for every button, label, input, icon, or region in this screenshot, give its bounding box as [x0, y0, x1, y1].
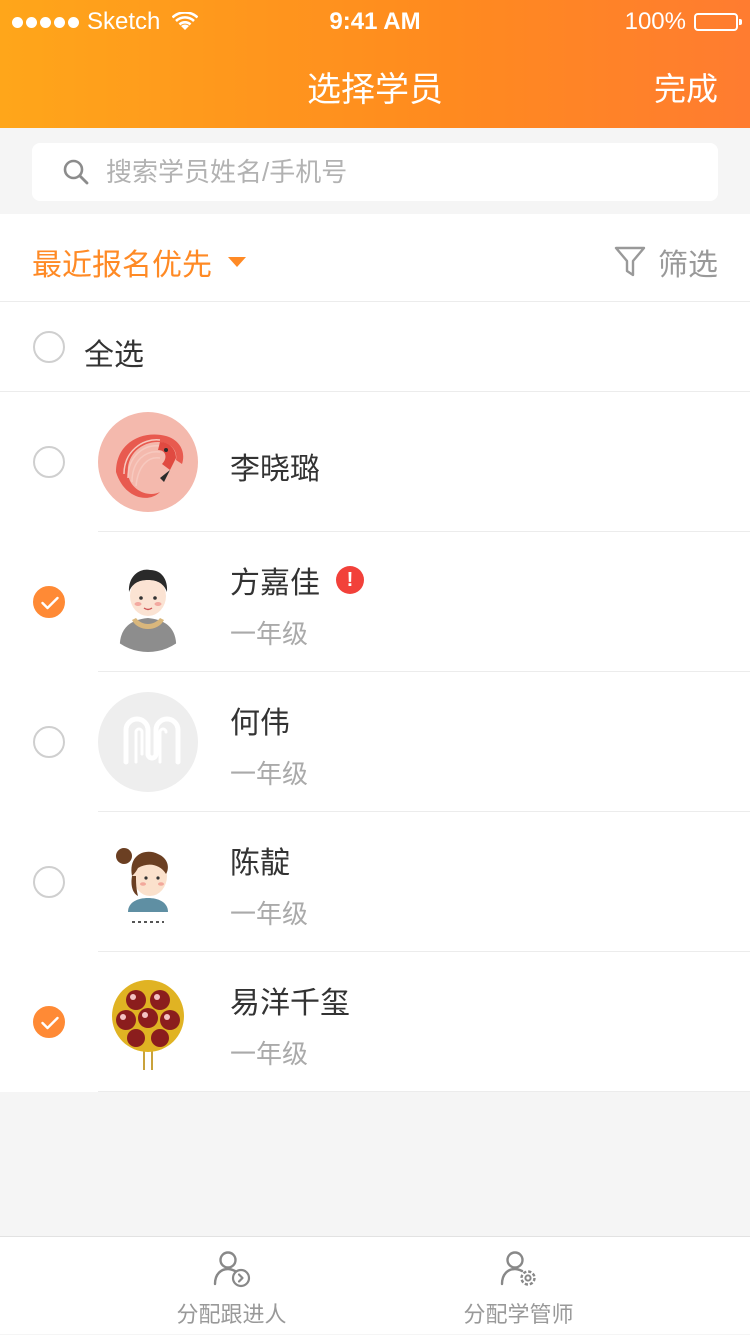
student-checkbox[interactable] — [33, 446, 65, 478]
student-name-text: 李晓璐 — [230, 453, 320, 486]
bottom-tab-bar: 分配跟进人 分配学管师 — [0, 1236, 750, 1334]
student-grade: 一年级 — [230, 1039, 309, 1069]
student-grade: 一年级 — [230, 899, 309, 929]
search-area — [0, 128, 750, 214]
battery-icon — [694, 13, 742, 31]
student-name: 李晓璐 — [230, 444, 320, 488]
sort-dropdown[interactable]: 最近报名优先 — [32, 240, 246, 284]
sort-label: 最近报名优先 — [32, 249, 212, 282]
student-name: 方嘉佳 ! — [230, 558, 364, 602]
filter-icon — [614, 246, 646, 277]
student-name: 何伟 — [230, 698, 290, 742]
student-checkbox[interactable] — [33, 866, 65, 898]
student-checkbox[interactable] — [33, 726, 65, 758]
student-checkbox[interactable] — [33, 1006, 65, 1038]
row-divider — [98, 1091, 750, 1092]
student-row[interactable]: 李晓璐 — [0, 392, 750, 532]
placeholder-avatar — [98, 692, 198, 792]
student-name-text: 易洋千玺 — [230, 987, 350, 1020]
select-all-label: 全选 — [84, 339, 144, 372]
filter-button[interactable]: 筛选 — [614, 240, 718, 284]
filter-label: 筛选 — [658, 249, 718, 282]
status-bar: Sketch 9:41 AM 100% — [0, 0, 750, 44]
sort-filter-bar: 最近报名优先 筛选 — [0, 214, 750, 302]
page-title: 选择学员 — [307, 71, 443, 109]
flamingo-avatar — [98, 412, 198, 512]
student-row[interactable]: 易洋千玺 一年级 — [0, 952, 750, 1092]
done-button[interactable]: 完成 — [654, 64, 718, 110]
student-grade: 一年级 — [230, 619, 309, 649]
battery-percent: 100% — [624, 8, 686, 35]
search-icon — [63, 159, 89, 185]
student-row[interactable]: 方嘉佳 ! 一年级 — [0, 532, 750, 672]
student-name-text: 何伟 — [230, 707, 290, 740]
caret-down-icon — [228, 257, 246, 267]
status-right: 100% — [624, 0, 742, 44]
boy-avatar — [98, 552, 198, 652]
girl-avatar — [98, 832, 198, 932]
tab-assign-manager[interactable]: 分配学管师 — [331, 1237, 706, 1335]
student-name: 易洋千玺 — [230, 978, 350, 1022]
student-grade: 一年级 — [230, 759, 309, 789]
student-name-text: 方嘉佳 — [230, 567, 320, 600]
search-input[interactable] — [104, 155, 668, 189]
nav-header: Sketch 9:41 AM 100% 选择学员 完成 — [0, 0, 750, 128]
select-all-row[interactable]: 全选 — [0, 302, 750, 392]
user-arrow-icon — [213, 1251, 250, 1288]
tab-label: 分配学管师 — [463, 1302, 574, 1327]
student-name: 陈靛 — [230, 838, 290, 882]
check-icon — [41, 1016, 59, 1030]
student-name-text: 陈靛 — [230, 847, 290, 880]
student-checkbox[interactable] — [33, 586, 65, 618]
search-box[interactable] — [32, 143, 718, 201]
select-all-checkbox[interactable] — [33, 331, 65, 363]
student-row[interactable]: 何伟 一年级 — [0, 672, 750, 812]
candy-avatar — [98, 972, 198, 1072]
student-row[interactable]: 陈靛 一年级 — [0, 812, 750, 952]
check-icon — [41, 596, 59, 610]
warning-icon: ! — [336, 566, 364, 594]
user-gear-icon — [500, 1251, 536, 1286]
student-list: 李晓璐 方嘉佳 ! 一年级 何伟 一年级 陈靛 一年级 易洋千玺 一年级 — [0, 392, 750, 1092]
